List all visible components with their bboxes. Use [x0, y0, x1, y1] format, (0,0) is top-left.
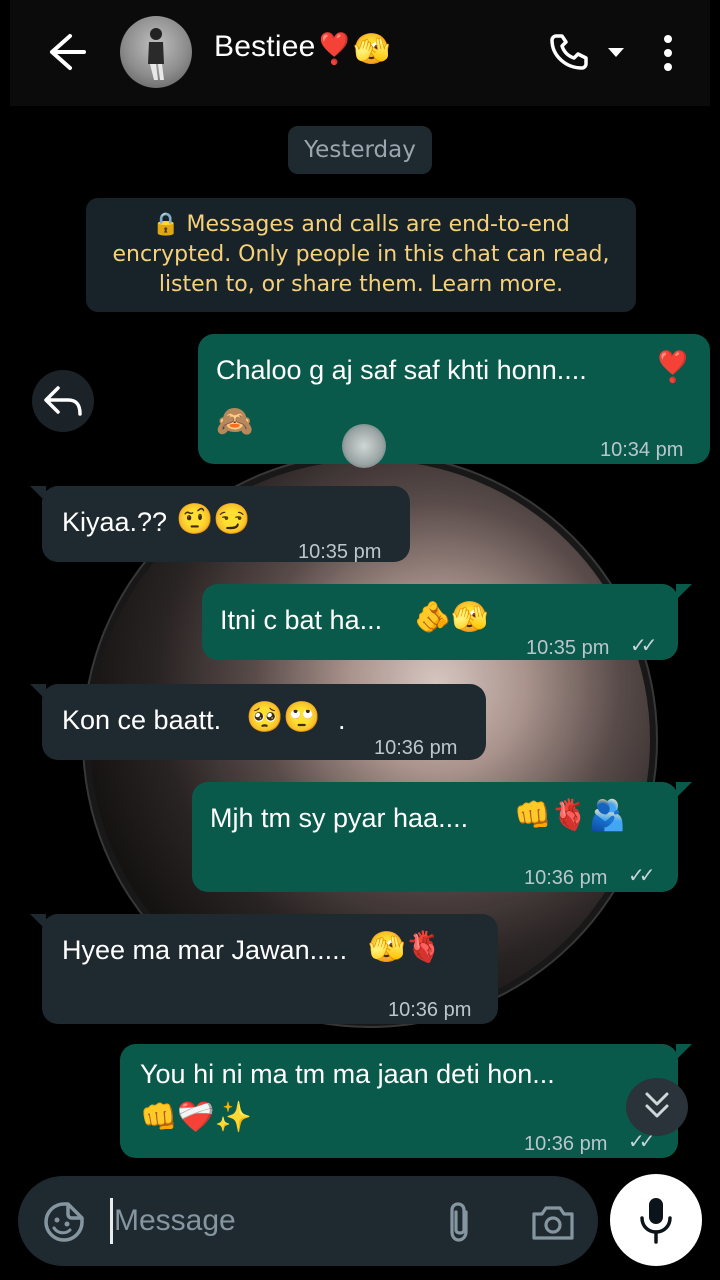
touch-indicator	[342, 424, 386, 468]
message-emoji: ❣️	[654, 351, 692, 384]
contact-name-text: Bestiee	[214, 30, 316, 63]
back-arrow-icon[interactable]	[40, 30, 90, 74]
message-composer	[18, 1176, 598, 1266]
message-bubble-outgoing[interactable]: You hi ni ma tm ma jaan deti hon... 👊❤️‍…	[120, 1044, 678, 1158]
message-bubble-incoming[interactable]: Kiyaa.?? 🤨😏 10:35 pm	[42, 486, 410, 563]
message-text: Kiyaa.??	[62, 507, 168, 537]
message-emoji: 👊❤️‍🩹✨	[140, 1101, 253, 1134]
message-input[interactable]	[114, 1196, 414, 1246]
contact-name-emojis: ❣️🫣	[315, 33, 391, 66]
message-time: 10:36 pm	[524, 867, 608, 889]
message-text: Hyee ma mar Jawan.....	[62, 935, 348, 965]
attach-paperclip-icon[interactable]	[442, 1200, 478, 1244]
bubble-tail	[676, 1044, 692, 1060]
message-bubble-incoming[interactable]: Hyee ma mar Jawan..... 🫣🫀 10:36 pm	[42, 914, 498, 1024]
person-silhouette-icon	[148, 28, 164, 80]
emoji-sticker-icon[interactable]	[42, 1200, 86, 1244]
call-options-chevron-icon[interactable]	[604, 44, 628, 60]
message-text: Chaloo g aj saf saf khti honn....	[216, 355, 587, 385]
message-emoji: 🤨😏	[176, 503, 251, 536]
scroll-to-bottom-button[interactable]	[626, 1078, 688, 1136]
message-time: 10:35 pm	[298, 541, 382, 563]
bubble-tail	[676, 782, 692, 798]
message-emoji: 🥺🙄	[246, 701, 321, 734]
more-options-icon[interactable]	[658, 34, 678, 74]
message-text: Mjh tm sy pyar haa....	[210, 803, 469, 833]
read-ticks-icon: ✓✓	[628, 865, 655, 887]
message-bubble-outgoing[interactable]: Chaloo g aj saf saf khti honn.... ❣️ 🙈 1…	[198, 334, 710, 464]
message-time: 10:36 pm	[388, 999, 472, 1021]
message-emoji: 🫣🫀	[368, 931, 443, 964]
chat-header: Bestiee❣️🫣	[10, 0, 710, 106]
date-chip: Yesterday	[288, 126, 432, 174]
message-text: Kon ce baatt.	[62, 705, 222, 735]
message-emoji: 🫵🫣	[414, 601, 489, 634]
contact-name[interactable]: Bestiee❣️🫣	[214, 30, 391, 67]
read-ticks-icon: ✓✓	[630, 635, 657, 657]
bubble-tail	[676, 584, 692, 600]
text-cursor	[110, 1198, 113, 1244]
message-time: 10:34 pm	[600, 439, 684, 461]
swipe-reply-indicator	[32, 370, 94, 432]
message-bubble-outgoing[interactable]: Itni c bat ha... 🫵🫣 10:35 pm ✓✓	[202, 584, 678, 660]
camera-icon[interactable]	[530, 1202, 576, 1242]
message-emoji: 🙈	[216, 405, 254, 438]
contact-avatar[interactable]	[120, 16, 192, 88]
message-text: You hi ni ma tm ma jaan deti hon...	[140, 1059, 555, 1089]
double-chevron-down-icon	[645, 1092, 669, 1118]
message-text: Itni c bat ha...	[220, 605, 383, 635]
voice-call-icon[interactable]	[548, 32, 592, 72]
message-time: 10:36 pm	[374, 737, 458, 759]
message-suffix: .	[338, 705, 346, 735]
message-emoji: 👊🫀🫂	[514, 799, 627, 832]
message-time: 10:36 pm	[524, 1133, 608, 1155]
message-bubble-incoming[interactable]: Kon ce baatt. 🥺🙄 . 10:36 pm	[42, 684, 486, 760]
voice-record-button[interactable]	[610, 1174, 702, 1266]
message-time: 10:35 pm	[526, 637, 610, 659]
reply-arrow-icon	[44, 386, 82, 416]
message-bubble-outgoing[interactable]: Mjh tm sy pyar haa.... 👊🫀🫂 10:36 pm ✓✓	[192, 782, 678, 892]
microphone-icon	[640, 1198, 672, 1244]
encryption-notice[interactable]: 🔒 Messages and calls are end-to-end encr…	[86, 198, 636, 312]
chat-screen: Bestiee❣️🫣 Yesterday 🔒 Messages and call…	[0, 0, 720, 1280]
